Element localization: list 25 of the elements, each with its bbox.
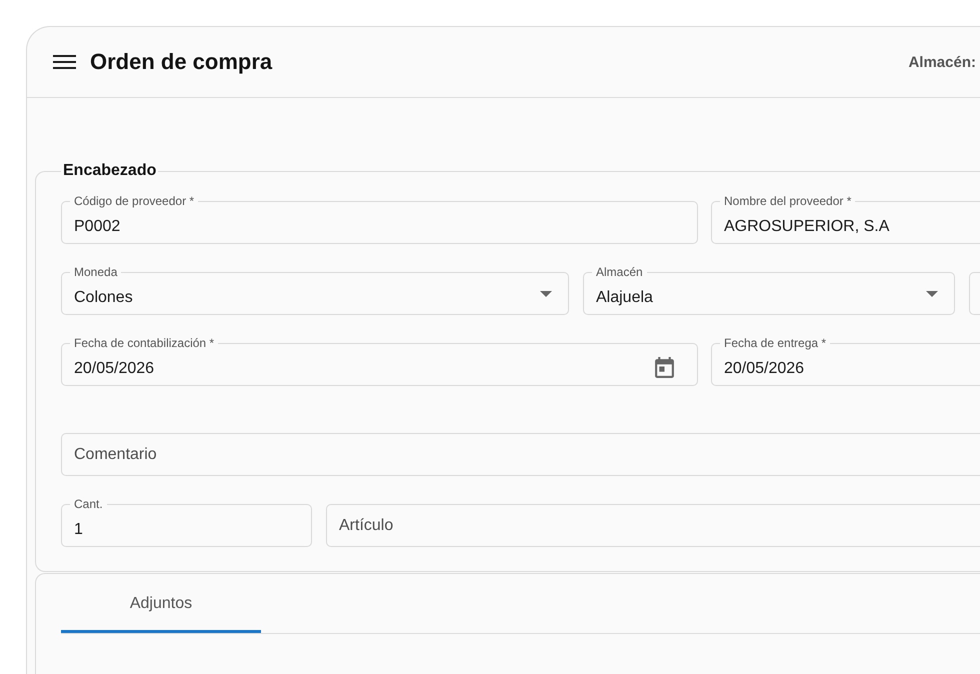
field-label: Fecha de entrega *	[720, 336, 830, 350]
dropdown-field[interactable]: Moneda Colones	[61, 265, 569, 315]
text-field[interactable]: Código de proveedor * P0002	[61, 194, 698, 244]
text-field[interactable]: Nombre del proveedor * AGROSUPERIOR, S.A	[711, 194, 980, 244]
field-label: Fecha de contabilización *	[70, 336, 218, 350]
caret-icon	[540, 291, 552, 297]
page-title: Orden de compra	[90, 49, 272, 75]
field-label: Nombre del proveedor *	[720, 194, 856, 208]
text-field[interactable]	[969, 272, 980, 315]
section-title: Encabezado	[62, 161, 158, 181]
date-field[interactable]: Fecha de contabilización * 20/05/2026	[61, 336, 698, 386]
text-field[interactable]: Comentario	[61, 433, 980, 476]
field-label: Almacén	[592, 265, 647, 279]
text-field[interactable]: Fecha de entrega * 20/05/2026	[711, 336, 980, 386]
tab[interactable]: Adjuntos	[61, 574, 261, 633]
menu-icon[interactable]	[53, 55, 76, 69]
field-label: Cant.	[70, 497, 107, 511]
text-field[interactable]: Artículo	[326, 504, 980, 547]
field-label: Moneda	[70, 265, 122, 279]
warehouse-label: Almacén:	[908, 54, 976, 70]
text-field[interactable]: Cant. 1	[61, 497, 312, 547]
dropdown-field[interactable]: Almacén Alajuela	[583, 265, 955, 315]
calendar-icon[interactable]	[655, 356, 674, 378]
caret-icon	[926, 291, 938, 297]
field-label: Código de proveedor *	[70, 194, 198, 208]
